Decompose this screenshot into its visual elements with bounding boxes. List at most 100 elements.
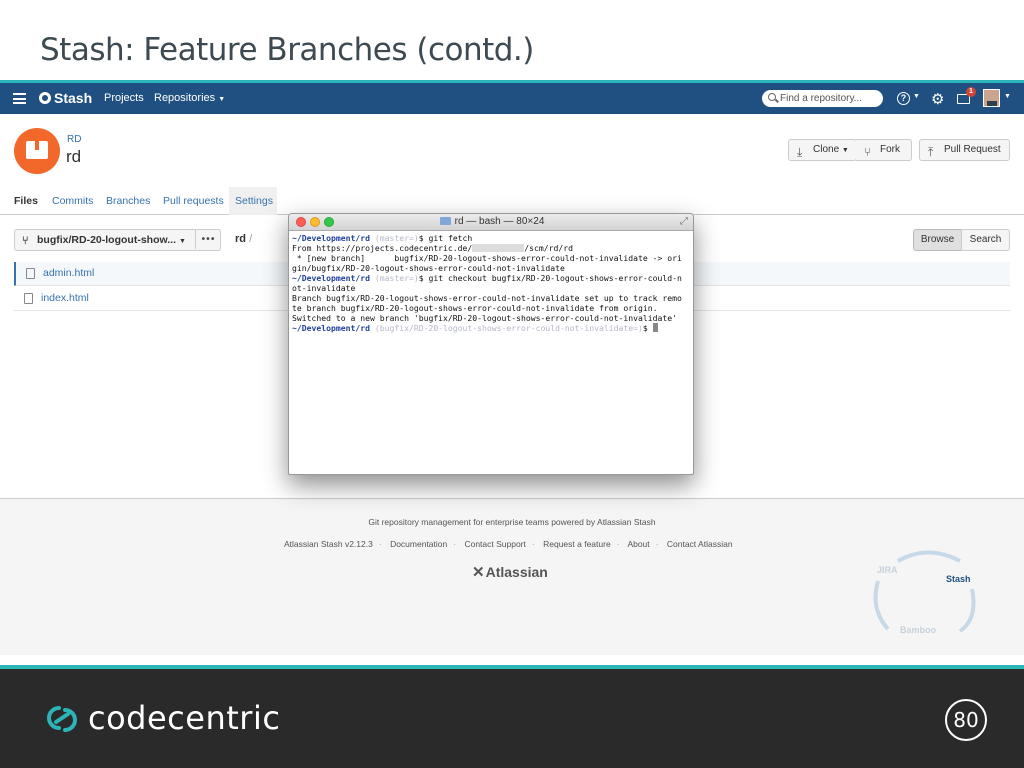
- terminal-cursor: [652, 323, 658, 332]
- pull-request-button[interactable]: ⤒ Pull Request: [919, 139, 1010, 161]
- file-name[interactable]: admin.html: [43, 267, 94, 279]
- file-icon: [24, 293, 33, 304]
- terminal-line: te branch bugfix/RD-20-logout-shows-erro…: [292, 303, 658, 313]
- fullscreen-icon[interactable]: ⤢: [680, 216, 688, 227]
- terminal-command: $ git fetch: [418, 233, 473, 243]
- codecentric-logo-text: codecentric: [88, 699, 281, 737]
- terminal-line: ~/Development/rd (bugfix/RD-20-logout-sh…: [292, 323, 690, 333]
- prompt-path: ~/Development/rd: [292, 233, 370, 243]
- chevron-down-icon: ▼: [841, 147, 849, 154]
- user-avatar[interactable]: [983, 89, 1000, 107]
- redacted-block: [472, 244, 525, 252]
- terminal-command: $ git checkout bugfix/RD-20-logout-shows…: [418, 273, 682, 283]
- repo-name: rd: [66, 147, 82, 166]
- jira-logo: JIRA: [877, 565, 898, 575]
- tab-commits[interactable]: Commits: [52, 195, 93, 207]
- repo-tabs: Files Commits Branches Pull requests Set…: [0, 187, 1024, 215]
- chevron-down-icon: ▼: [178, 238, 186, 245]
- browse-button[interactable]: Browse: [913, 229, 962, 251]
- terminal-line: ot-invalidate: [292, 283, 356, 293]
- atlassian-logo-icon: ✕: [472, 564, 485, 581]
- project-link[interactable]: RD: [67, 134, 81, 145]
- bamboo-logo: Bamboo: [900, 625, 936, 635]
- prompt-path: ~/Development/rd: [292, 273, 370, 283]
- terminal-line: ~/Development/rd (master=)$ git checkout…: [292, 273, 690, 283]
- slide-title: Stash: Feature Branches (contd.): [40, 32, 534, 68]
- upload-icon: ⤒: [928, 145, 934, 159]
- stash-screenshot: Stash Projects Repositories ▼ Find a rep…: [0, 83, 1024, 655]
- branch-selector[interactable]: ⑂ bugfix/RD-20-logout-show... ▼ •••: [14, 229, 221, 251]
- prompt-branch: (master=): [369, 233, 419, 243]
- atlassian-logo[interactable]: ✕Atlassian: [472, 563, 548, 581]
- nav-projects[interactable]: Projects: [104, 92, 144, 104]
- breadcrumb: rd /: [235, 233, 252, 245]
- menu-icon[interactable]: [13, 93, 26, 104]
- footer-version: Atlassian Stash v2.12.3: [284, 539, 373, 549]
- terminal-line: Branch bugfix/RD-20-logout-shows-error-c…: [292, 293, 682, 303]
- breadcrumb-repo[interactable]: rd: [235, 233, 246, 245]
- repo-avatar: [14, 128, 60, 174]
- terminal-line: Switched to a new branch 'bugfix/RD-20-l…: [292, 313, 677, 323]
- box-icon: [26, 141, 48, 159]
- file-name[interactable]: index.html: [41, 292, 89, 304]
- terminal-titlebar[interactable]: rd — bash — 80×24 ⤢: [289, 214, 693, 231]
- stash-cycle-logo: Stash: [946, 574, 971, 584]
- fork-label: Fork: [880, 144, 900, 155]
- download-icon: ⤓: [797, 145, 803, 159]
- search-button[interactable]: Search: [961, 229, 1010, 251]
- folder-icon: [439, 217, 451, 225]
- footer: Git repository management for enterprise…: [0, 498, 1024, 655]
- terminal-window[interactable]: rd — bash — 80×24 ⤢ ~/Development/rd (ma…: [288, 213, 694, 475]
- pull-request-label: Pull Request: [944, 144, 1001, 155]
- footer-links: Atlassian Stash v2.12.3 · Documentation · …: [284, 539, 733, 549]
- file-icon: [26, 268, 35, 279]
- prompt-path: ~/Development/rd: [292, 323, 370, 333]
- chevron-down-icon[interactable]: ▼: [913, 93, 920, 100]
- prompt-branch: (master=): [369, 273, 419, 283]
- footer-link-feature[interactable]: Request a feature: [543, 539, 611, 549]
- terminal-output[interactable]: ~/Development/rd (master=)$ git fetch Fro…: [289, 231, 693, 335]
- page-number: 80: [945, 699, 987, 741]
- terminal-line: From https://projects.codecentric.de/ /sc…: [292, 243, 690, 253]
- tab-settings[interactable]: Settings: [235, 195, 273, 207]
- prompt-branch: (bugfix/RD-20-logout-shows-error-could-n…: [369, 323, 643, 333]
- footer-link-about[interactable]: About: [627, 539, 649, 549]
- top-nav: Stash Projects Repositories ▼ Find a rep…: [0, 83, 1024, 114]
- clone-button[interactable]: ⤓ Clone ▼: [788, 139, 857, 161]
- clone-label: Clone: [813, 144, 840, 155]
- terminal-line: ~/Development/rd (master=)$ git fetch: [292, 233, 690, 243]
- footer-link-documentation[interactable]: Documentation: [390, 539, 447, 549]
- stash-logo[interactable]: Stash: [39, 90, 92, 106]
- terminal-title-text: rd — bash — 80×24: [454, 216, 545, 227]
- terminal-title: rd — bash — 80×24: [289, 216, 693, 227]
- repository-search-input[interactable]: Find a repository...: [762, 90, 883, 107]
- nav-repositories-label: Repositories: [154, 92, 216, 104]
- gear-icon[interactable]: ⚙: [931, 90, 944, 108]
- atlassian-logo-text: Atlassian: [485, 564, 548, 580]
- search-icon: [768, 93, 776, 101]
- tab-pull-requests[interactable]: Pull requests: [163, 195, 224, 207]
- notification-badge[interactable]: 1: [966, 87, 976, 97]
- search-placeholder: Find a repository...: [780, 93, 863, 104]
- slide-footer: codecentric 80: [0, 669, 1024, 768]
- nav-repositories[interactable]: Repositories ▼: [154, 92, 225, 104]
- footer-tagline: Git repository management for enterprise…: [368, 517, 656, 527]
- help-icon[interactable]: ?: [897, 92, 910, 105]
- terminal-text: From https://projects.codecentric.de/: [292, 243, 473, 253]
- terminal-text: /scm/rd/rd: [524, 243, 574, 253]
- more-actions-button[interactable]: •••: [195, 229, 221, 249]
- terminal-line: gin/bugfix/RD-20-logout-shows-error-coul…: [292, 263, 565, 273]
- fork-button[interactable]: ⑂ Fork: [856, 139, 912, 161]
- footer-link-contact[interactable]: Contact Atlassian: [667, 539, 733, 549]
- tab-files[interactable]: Files: [14, 195, 38, 207]
- footer-link-support[interactable]: Contact Support: [464, 539, 525, 549]
- tab-branches[interactable]: Branches: [106, 195, 150, 207]
- stash-logo-icon: [39, 92, 51, 104]
- fork-icon: ⑂: [864, 145, 872, 159]
- chevron-down-icon[interactable]: ▼: [1004, 93, 1011, 100]
- terminal-line: * [new branch] bugfix/RD-20-logout-shows…: [292, 253, 682, 263]
- branch-name: bugfix/RD-20-logout-show...: [37, 234, 177, 246]
- codecentric-logo-icon: [47, 706, 77, 732]
- branch-icon: ⑂: [22, 235, 29, 247]
- stash-logo-text: Stash: [54, 90, 93, 106]
